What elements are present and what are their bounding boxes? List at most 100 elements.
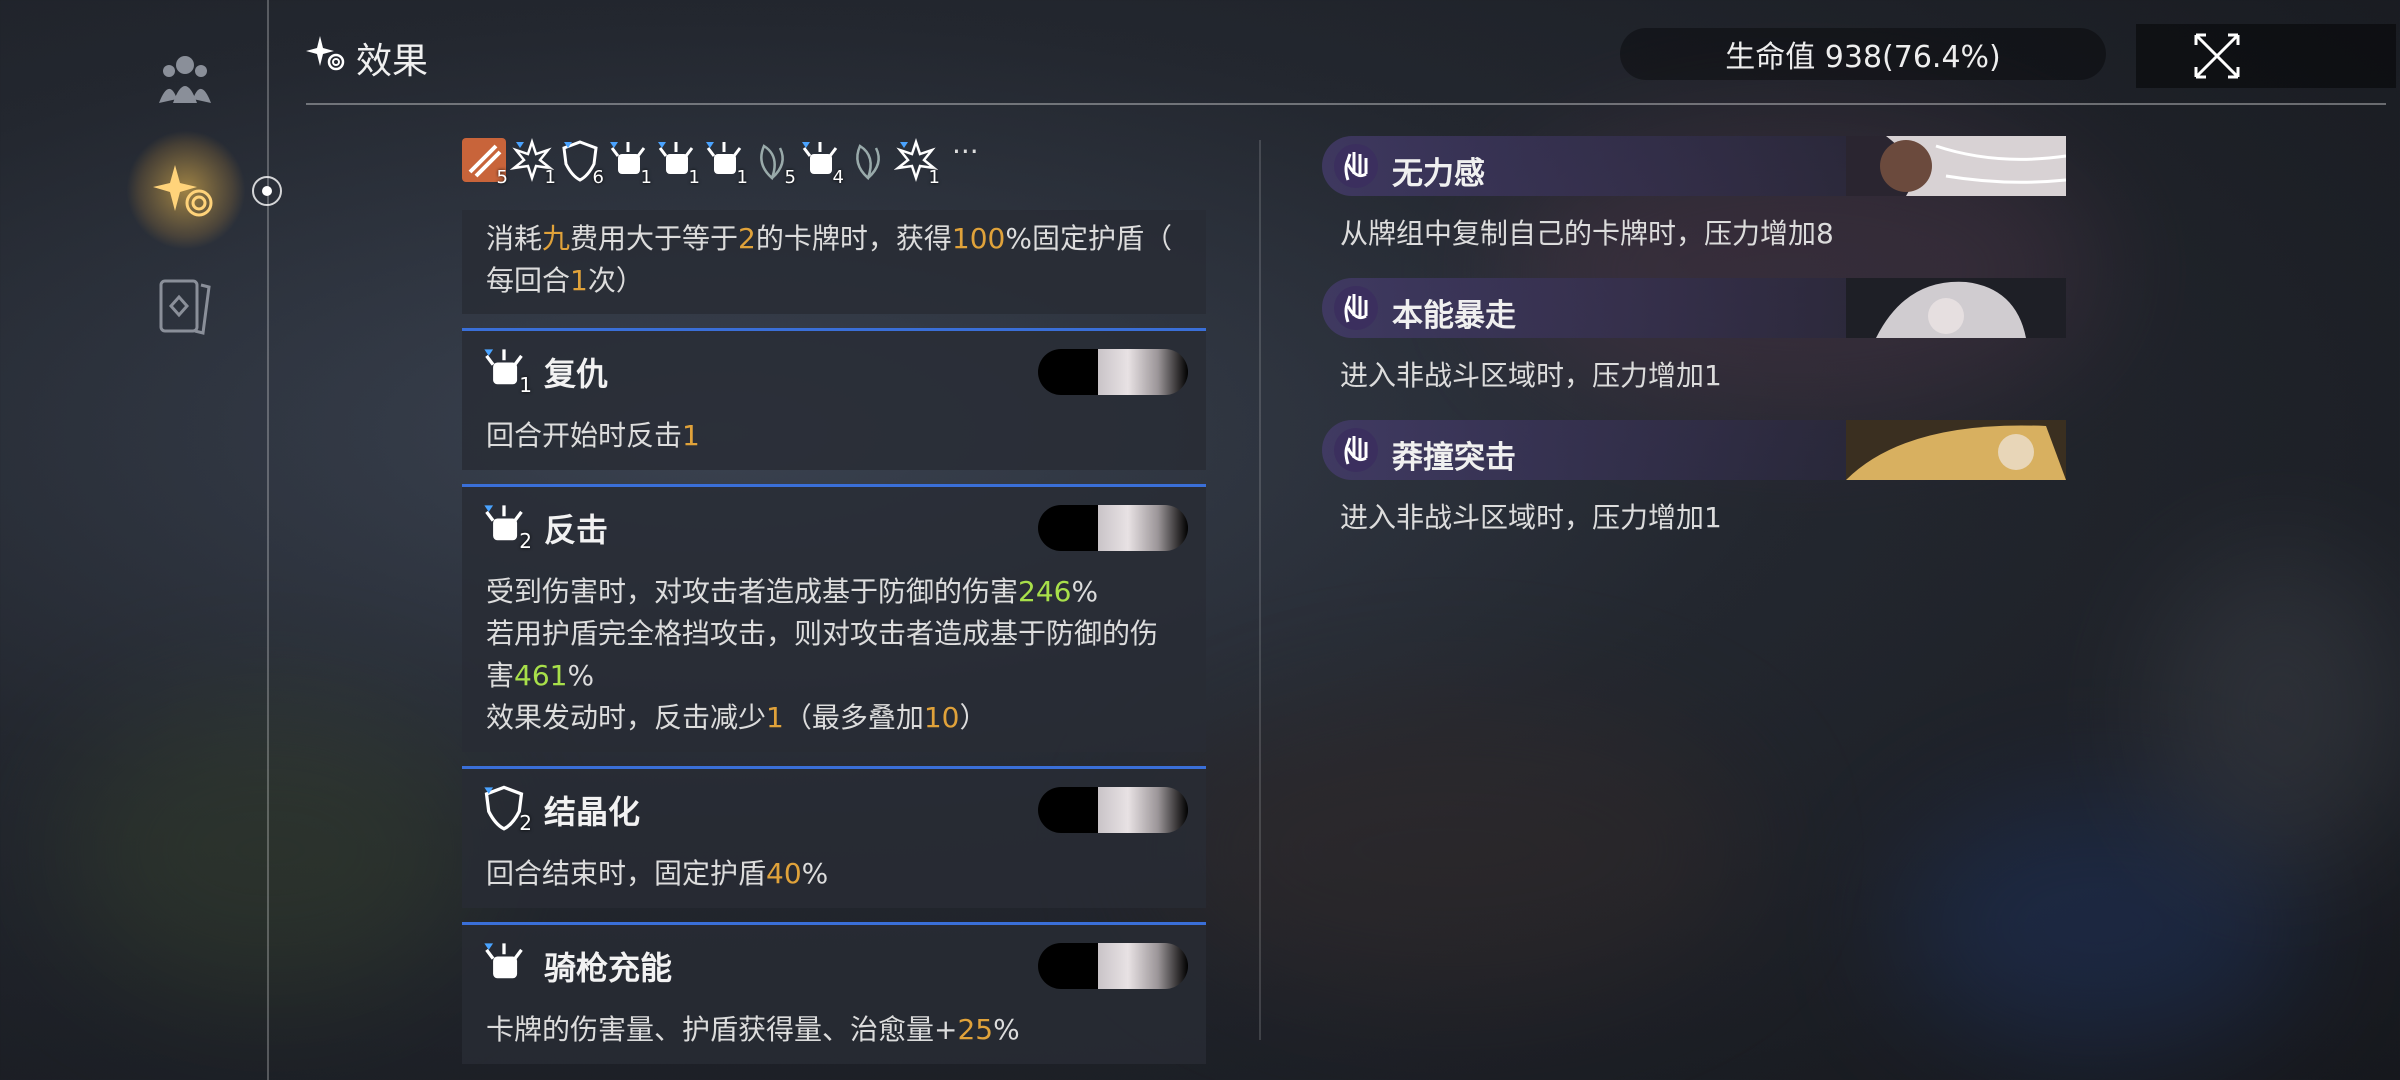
desc-text: ） — [959, 701, 988, 734]
background-blur — [2150, 550, 2400, 870]
buff-count: 1 — [736, 167, 748, 188]
more-buffs-indicator[interactable]: ··· — [952, 138, 979, 166]
sparkle-icon — [306, 34, 346, 83]
orange-slash-icon[interactable]: 5 — [462, 138, 508, 188]
header-divider — [306, 103, 2386, 105]
desc-highlight: 100 — [951, 222, 1006, 255]
debuff-tag-weakness[interactable]: 无力感 — [1322, 136, 2066, 196]
desc-text: 害 — [486, 659, 515, 692]
effect-card-crystal[interactable]: 2 结晶化 回合结束时，固定护盾40% — [462, 766, 1206, 908]
buff-count: 1 — [544, 167, 556, 188]
desc-highlight: 1 — [682, 419, 700, 452]
desc-highlight: 461 — [514, 659, 568, 692]
stack-count: 2 — [519, 811, 532, 835]
effect-card-counter[interactable]: 2 反击 受到伤害时，对攻击者造成基于防御的伤害246% 若用护盾完全格挡攻击，… — [462, 484, 1206, 752]
hp-status: 生命值 938(76.4%) — [1620, 28, 2106, 80]
rail-divider — [267, 0, 269, 1080]
fist-icon[interactable]: 4 — [798, 138, 844, 188]
effect-card-revenge[interactable]: 1 复仇 回合开始时反击1 — [462, 328, 1206, 470]
desc-highlight: 2 — [738, 222, 756, 255]
desc-text: %固定护盾（ — [1005, 222, 1172, 255]
tag-title: 莽撞突击 — [1392, 440, 1516, 476]
desc-highlight: 40 — [766, 857, 802, 890]
character-art — [1846, 278, 2066, 338]
tag-desc: 进入非战斗区域时，压力增加1 — [1340, 359, 1722, 392]
desc-highlight: 25 — [957, 1013, 994, 1046]
fist-icon: 1 — [480, 345, 532, 397]
character-portrait — [1038, 349, 1188, 395]
side-rail — [0, 0, 282, 1080]
page-title: 效果 — [356, 41, 429, 82]
fist-icon[interactable]: 1 — [702, 138, 748, 188]
character-portrait — [1038, 943, 1188, 989]
character-art — [1846, 420, 2066, 480]
effect-title: 骑枪充能 — [544, 949, 673, 987]
burst-icon[interactable]: 1 — [893, 138, 940, 188]
effect-card-lance[interactable]: 骑枪充能 卡牌的伤害量、护盾获得量、治愈量+25% — [462, 922, 1206, 1064]
effect-desc: 受到伤害时，对攻击者造成基于防御的伤害246% 若用护盾完全格挡攻击，则对攻击者… — [486, 571, 1158, 739]
column-divider — [1259, 140, 1261, 1040]
tag-desc: 进入非战斗区域时，压力增加1 — [1340, 501, 1722, 534]
effect-title: 反击 — [544, 511, 609, 549]
burst-icon[interactable]: 1 — [509, 138, 556, 188]
leaf-icon[interactable]: 5 — [750, 138, 796, 188]
debuff-tag-instinct[interactable]: 本能暴走 — [1322, 278, 2066, 338]
tag-title: 本能暴走 — [1392, 298, 1516, 334]
desc-text: 每回合 — [486, 264, 571, 297]
character-portrait — [1038, 787, 1188, 833]
desc-text: 消耗 — [486, 222, 543, 255]
desc-text: 卡牌的伤害量、护盾获得量、治愈量+ — [486, 1013, 958, 1046]
desc-text: （最多叠加 — [783, 701, 924, 734]
effect-title: 复仇 — [544, 355, 609, 393]
desc-text: 效果发动时，反击减少 — [486, 701, 767, 734]
desc-highlight: 1 — [766, 701, 784, 734]
desc-text: % — [567, 659, 595, 692]
leaf-icon[interactable] — [846, 138, 890, 182]
desc-text: % — [801, 857, 829, 890]
character-art — [1846, 136, 2066, 196]
stack-count: 1 — [519, 373, 532, 397]
desc-text: 受到伤害时，对攻击者造成基于防御的伤害 — [486, 575, 1019, 608]
palm-icon — [1334, 428, 1378, 472]
buff-count: 6 — [592, 167, 604, 188]
effect-desc: 消耗九费用大于等于2的卡牌时，获得100%固定护盾（ 每回合1次） — [486, 218, 1172, 302]
card-deck-icon[interactable] — [150, 270, 220, 340]
shield-icon: 2 — [480, 783, 532, 835]
desc-highlight: 九 — [542, 222, 571, 255]
fist-icon — [480, 939, 528, 987]
team-icon[interactable] — [150, 44, 220, 114]
hp-text: 生命值 938(76.4%) — [1725, 40, 2001, 75]
effect-title: 结晶化 — [544, 793, 641, 831]
desc-highlight: 246 — [1018, 575, 1072, 608]
fist-icon[interactable]: 1 — [654, 138, 700, 188]
effects-sparkle-icon[interactable] — [150, 156, 220, 226]
desc-text: 的卡牌时，获得 — [755, 222, 952, 255]
tag-desc: 从牌组中复制自己的卡牌时，压力增加8 — [1340, 217, 1834, 250]
page-title-group: 效果 — [306, 32, 428, 84]
desc-text: 回合开始时反击 — [486, 419, 683, 452]
effect-desc: 回合开始时反击1 — [486, 415, 700, 457]
palm-icon — [1334, 286, 1378, 330]
fist-icon[interactable]: 1 — [606, 138, 652, 188]
effect-desc: 回合结束时，固定护盾40% — [486, 853, 828, 895]
character-portrait — [1038, 505, 1188, 551]
desc-text: 费用大于等于 — [570, 222, 739, 255]
effect-card-partial: 消耗九费用大于等于2的卡牌时，获得100%固定护盾（ 每回合1次） — [462, 210, 1206, 314]
desc-text: 回合结束时，固定护盾 — [486, 857, 767, 890]
stack-count: 2 — [519, 529, 532, 553]
desc-highlight: 1 — [570, 264, 588, 297]
desc-text: 若用护盾完全格挡攻击，则对攻击者造成基于防御的伤 — [486, 617, 1159, 650]
effect-desc: 卡牌的伤害量、护盾获得量、治愈量+25% — [486, 1009, 1020, 1051]
shield-icon[interactable]: 6 — [558, 138, 604, 188]
buff-strip: 5 1 6 1 1 1 5 4 1 ··· — [462, 138, 979, 188]
buff-count: 1 — [688, 167, 700, 188]
close-icon — [2194, 33, 2240, 79]
buff-count: 4 — [832, 167, 844, 188]
buff-count: 1 — [928, 167, 940, 188]
close-button[interactable] — [2136, 24, 2396, 88]
palm-icon — [1334, 144, 1378, 188]
debuff-tag-reckless[interactable]: 莽撞突击 — [1322, 420, 2066, 480]
desc-text: 次） — [587, 264, 644, 297]
background-blur — [1150, 700, 1750, 1000]
buff-count: 1 — [640, 167, 652, 188]
